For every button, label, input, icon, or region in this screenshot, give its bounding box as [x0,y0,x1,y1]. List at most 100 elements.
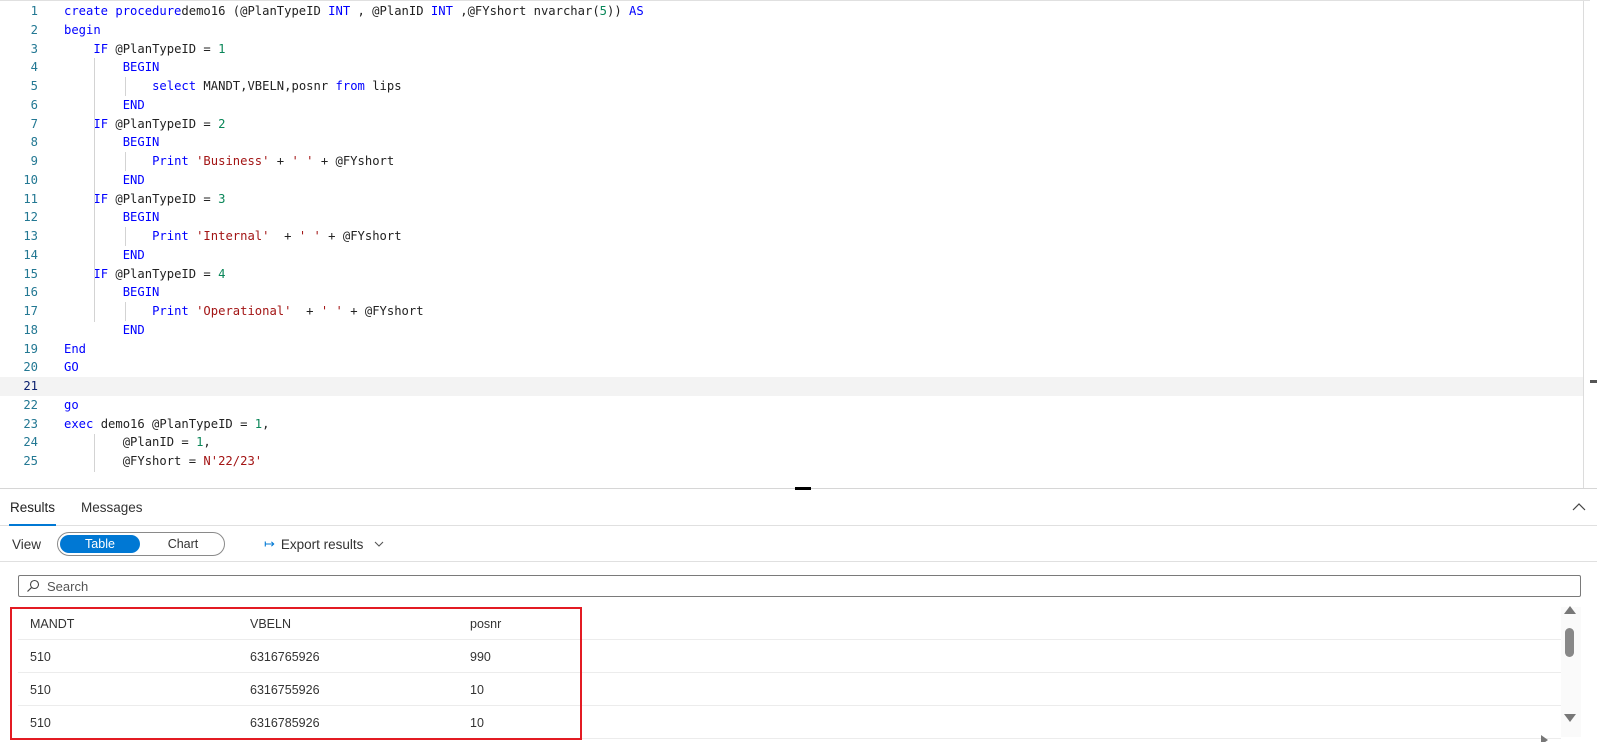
column-header-posnr[interactable]: posnr [470,617,501,631]
line-number: 21 [23,379,38,393]
column-header-mandt[interactable]: MANDT [30,617,74,631]
line-number: 8 [30,135,38,150]
code-line[interactable]: 22 go [0,396,1590,415]
chevron-up-icon [1572,503,1586,511]
line-number: 15 [23,266,38,281]
code-text: END [122,97,145,112]
line-number: 14 [23,247,38,262]
code-line[interactable]: 15 IF @PlanTypeID = 4 [0,265,1590,284]
code-editor[interactable]: 1 create proceduredemo16 (@PlanTypeID INT… [0,0,1590,489]
line-number: 10 [23,172,38,187]
table-row[interactable]: 510 6316765926 990 [18,640,1561,673]
scroll-up-arrow-icon[interactable] [1564,606,1576,614]
splitter-grip[interactable] [795,487,811,490]
code-line[interactable]: 25 @FYshort = N'22/23' [0,452,1590,471]
view-label: View [12,537,42,552]
code-line[interactable]: 5 select MANDT,VBELN,posnr from lips [0,77,1590,96]
indent-guide [125,77,126,96]
search-input[interactable] [47,577,1567,595]
indent-guide [125,152,126,171]
code-line[interactable]: 18 END [0,321,1590,340]
table-row[interactable]: 510 6316755926 10 [18,673,1561,706]
line-number: 18 [23,322,38,337]
code-text: Print 'Operational' + ' ' + @FYshort [152,304,424,318]
editor-scrollbar[interactable] [1583,1,1590,489]
search-box[interactable] [18,575,1581,597]
code-text: IF @PlanTypeID = 1 [93,41,226,56]
line-number: 12 [23,210,38,225]
table-row[interactable]: 510 6316785926 10 [18,706,1561,739]
line-number: 13 [23,229,38,243]
line-number: 24 [23,435,38,450]
code-line[interactable]: 24 @PlanID = 1, [0,433,1590,452]
code-line[interactable]: 9 Print 'Business' + ' ' + @FYshort [0,152,1590,171]
view-toggle[interactable]: Table Chart [57,532,225,556]
view-table-option[interactable]: Table [60,535,140,553]
line-number: 19 [23,341,38,356]
code-text: End [64,341,87,356]
code-line[interactable]: 4 BEGIN [0,58,1590,77]
code-line[interactable]: 17 Print 'Operational' + ' ' + @FYshort [0,302,1590,321]
indent-guide [94,58,95,322]
line-number: 25 [23,454,38,468]
tab-results[interactable]: Results [10,500,55,515]
line-number: 1 [30,4,38,18]
line-number: 6 [30,97,38,112]
cell-posnr: 10 [470,683,484,697]
scroll-thumb[interactable] [1565,628,1574,657]
code-line[interactable]: 2 begin [0,21,1590,40]
indent-guide [125,302,126,321]
code-line[interactable]: 19 End [0,340,1590,359]
code-line[interactable]: 8 BEGIN [0,133,1590,152]
code-text: BEGIN [122,210,160,225]
code-line[interactable]: 23 exec demo16 @PlanTypeID = 1, [0,415,1590,434]
code-line[interactable]: 1 create proceduredemo16 (@PlanTypeID INT… [0,2,1590,21]
cell-vbeln: 6316765926 [250,650,320,664]
tab-messages[interactable]: Messages [81,500,143,515]
code-text: IF @PlanTypeID = 2 [93,116,226,131]
scroll-right-arrow-icon[interactable] [1541,735,1548,742]
column-header-vbeln[interactable]: VBELN [250,617,291,631]
export-results-label: Export results [280,536,364,552]
line-number: 20 [23,360,38,375]
cell-mandt: 510 [30,650,51,664]
active-tab-indicator [9,524,56,526]
chevron-down-icon [375,541,384,547]
code-text: go [64,397,79,412]
code-line[interactable]: 6 END [0,96,1590,115]
indent-guide [94,434,95,472]
code-text: IF @PlanTypeID = 3 [93,191,226,206]
scroll-down-arrow-icon[interactable] [1564,714,1576,722]
results-tabs: Results Messages [0,492,1597,526]
cell-mandt: 510 [30,716,51,730]
code-line[interactable]: 7 IF @PlanTypeID = 2 [0,115,1590,134]
code-text: @PlanID = 1, [64,435,211,450]
cell-vbeln: 6316785926 [250,716,320,730]
code-line[interactable]: 21 [0,377,1590,396]
code-text: BEGIN [122,60,160,75]
code-line[interactable]: 12 BEGIN [0,208,1590,227]
code-text: BEGIN [122,285,160,300]
code-line[interactable]: 13 Print 'Internal' + ' ' + @FYshort [0,227,1590,246]
code-line[interactable]: 16 BEGIN [0,283,1590,302]
collapse-panel-button[interactable] [1570,498,1588,516]
code-text: exec demo16 @PlanTypeID = 1, [64,416,270,431]
line-number: 2 [30,22,38,37]
export-results-button[interactable]: ↦ Export results [264,536,385,552]
code-line[interactable]: 11 IF @PlanTypeID = 3 [0,190,1590,209]
code-line[interactable]: 3 IF @PlanTypeID = 1 [0,40,1590,59]
code-text: select MANDT,VBELN,posnr from lips [152,79,402,93]
code-line[interactable]: 20 GO [0,358,1590,377]
header-row: MANDT VBELN posnr [18,607,1561,640]
code-text: BEGIN [122,135,160,150]
code-text: Print 'Business' + ' ' + @FYshort [152,154,395,168]
code-text: begin [64,22,101,37]
view-chart-option[interactable]: Chart [144,535,222,553]
code-text: END [122,172,145,187]
line-number: 7 [30,116,38,131]
code-line[interactable]: 10 END [0,171,1590,190]
code-text: END [122,247,145,262]
code-line[interactable]: 14 END [0,246,1590,265]
code-text: END [122,322,145,337]
line-number: 3 [30,41,38,56]
